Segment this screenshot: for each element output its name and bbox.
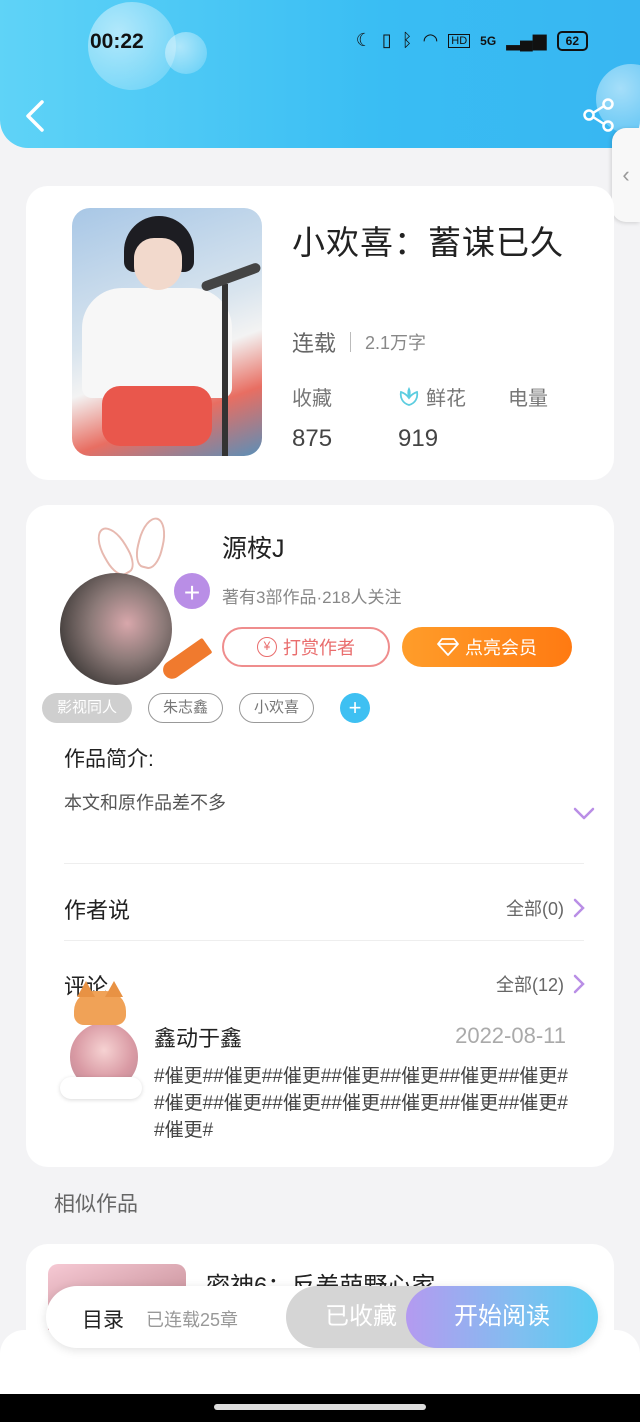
add-tag-button[interactable]: + bbox=[340, 693, 371, 723]
moon-icon: ☾ bbox=[355, 30, 372, 50]
more-label: 全部(0) bbox=[506, 899, 564, 919]
vibrate-icon: ▯ bbox=[381, 30, 392, 50]
stat-label: 收藏 bbox=[292, 388, 332, 410]
divider bbox=[350, 332, 352, 352]
stat-favorites[interactable]: 收藏 875 bbox=[292, 382, 332, 453]
author-avatar-frame[interactable]: + bbox=[56, 514, 213, 685]
vip-button[interactable]: 点亮会员 bbox=[402, 627, 572, 667]
divider bbox=[64, 863, 584, 864]
flower-icon bbox=[399, 386, 419, 406]
stat-label: 电量 bbox=[508, 388, 548, 410]
comment-text[interactable]: #催更##催更##催更##催更##催更##催更##催更##催更##催更##催更#… bbox=[154, 1063, 574, 1144]
book-status-row: 连载 2.1万字 bbox=[292, 326, 426, 358]
bunny-ear-decor bbox=[132, 514, 170, 572]
cloud-decor bbox=[60, 1077, 142, 1099]
stat-power[interactable]: 电量 bbox=[508, 382, 548, 425]
decor-bubble bbox=[165, 32, 207, 74]
share-icon[interactable] bbox=[582, 98, 616, 132]
status-icons: ☾ ▯ ᛒ ◠ HD 5G ▂▄▆ 62 bbox=[356, 30, 588, 51]
intro-title: 作品简介: bbox=[64, 748, 154, 771]
comments-more-link[interactable]: 全部(12) bbox=[496, 971, 586, 997]
book-title: 小欢喜：蓄谋已久 bbox=[292, 224, 564, 261]
bunny-ear-decor bbox=[90, 521, 140, 581]
hd-icon: HD bbox=[448, 33, 471, 48]
avatar[interactable] bbox=[60, 573, 172, 685]
author-card: + 源桉J 著有3部作品·218人关注 ¥ 打赏作者 点亮会员 影视同人 朱志鑫… bbox=[26, 505, 614, 1167]
serial-status: 连载 bbox=[292, 331, 337, 356]
start-reading-button[interactable]: 开始阅读 bbox=[406, 1286, 598, 1348]
book-cover[interactable] bbox=[72, 208, 262, 456]
tag-chip[interactable]: 朱志鑫 bbox=[148, 693, 224, 723]
reward-label: 打赏作者 bbox=[283, 638, 355, 658]
reward-author-button[interactable]: ¥ 打赏作者 bbox=[222, 627, 390, 667]
bluetooth-icon: ᛒ bbox=[401, 30, 413, 50]
tag-chip[interactable]: 小欢喜 bbox=[239, 693, 315, 723]
home-indicator[interactable] bbox=[214, 1404, 426, 1410]
intro-text: 本文和原作品差不多 bbox=[64, 793, 226, 813]
divider bbox=[64, 940, 584, 941]
corgi-decor bbox=[74, 981, 126, 1025]
diamond-icon bbox=[437, 638, 459, 656]
back-arrow-icon[interactable] bbox=[22, 96, 52, 136]
stat-flowers[interactable]: 鲜花 919 bbox=[398, 382, 466, 453]
status-time: 00:22 bbox=[90, 30, 144, 53]
chevron-down-icon[interactable] bbox=[572, 805, 596, 823]
chevron-left-icon: ‹ bbox=[622, 162, 630, 187]
tag-chip[interactable]: 影视同人 bbox=[42, 693, 133, 723]
comment-username[interactable]: 鑫动于鑫 bbox=[154, 1021, 242, 1053]
coin-icon: ¥ bbox=[257, 637, 277, 657]
vip-label: 点亮会员 bbox=[465, 638, 537, 658]
catalog-button[interactable]: 目录 bbox=[82, 1304, 124, 1334]
tag-list: 影视同人 朱志鑫 小欢喜 + bbox=[42, 693, 371, 723]
chapter-count: 已连载25章 bbox=[146, 1310, 239, 1330]
top-header: 00:22 ☾ ▯ ᛒ ◠ HD 5G ▂▄▆ 62 bbox=[0, 0, 640, 148]
word-count: 2.1万字 bbox=[365, 333, 427, 353]
book-info-card: 小欢喜：蓄谋已久 连载 2.1万字 收藏 875 鲜花 919 电量 bbox=[26, 186, 614, 480]
side-drawer-handle[interactable]: ‹ bbox=[612, 128, 640, 222]
wifi-icon: ◠ bbox=[422, 30, 439, 50]
author-meta: 著有3部作品·218人关注 bbox=[222, 588, 402, 607]
follow-plus-button[interactable]: + bbox=[172, 571, 212, 611]
signal-icon: ▂▄▆ bbox=[506, 30, 547, 50]
comment-date: 2022-08-11 bbox=[455, 1023, 566, 1048]
author-name[interactable]: 源桉J bbox=[222, 529, 285, 565]
more-label: 全部(12) bbox=[495, 975, 564, 995]
similar-works-label: 相似作品 bbox=[54, 1193, 138, 1216]
network-label: 5G bbox=[480, 33, 497, 48]
stat-value: 919 bbox=[398, 425, 439, 452]
chevron-right-icon bbox=[573, 974, 585, 994]
chevron-right-icon bbox=[573, 898, 585, 918]
author-says-more-link[interactable]: 全部(0) bbox=[506, 895, 586, 921]
battery-icon: 62 bbox=[556, 30, 588, 51]
comment-user-avatar[interactable] bbox=[50, 981, 150, 1099]
stat-label: 鲜花 bbox=[426, 388, 466, 410]
stat-value: 875 bbox=[292, 425, 333, 452]
author-says-title: 作者说 bbox=[64, 898, 131, 923]
bottom-action-bar: 目录 已连载25章 已收藏 开始阅读 bbox=[46, 1286, 598, 1348]
